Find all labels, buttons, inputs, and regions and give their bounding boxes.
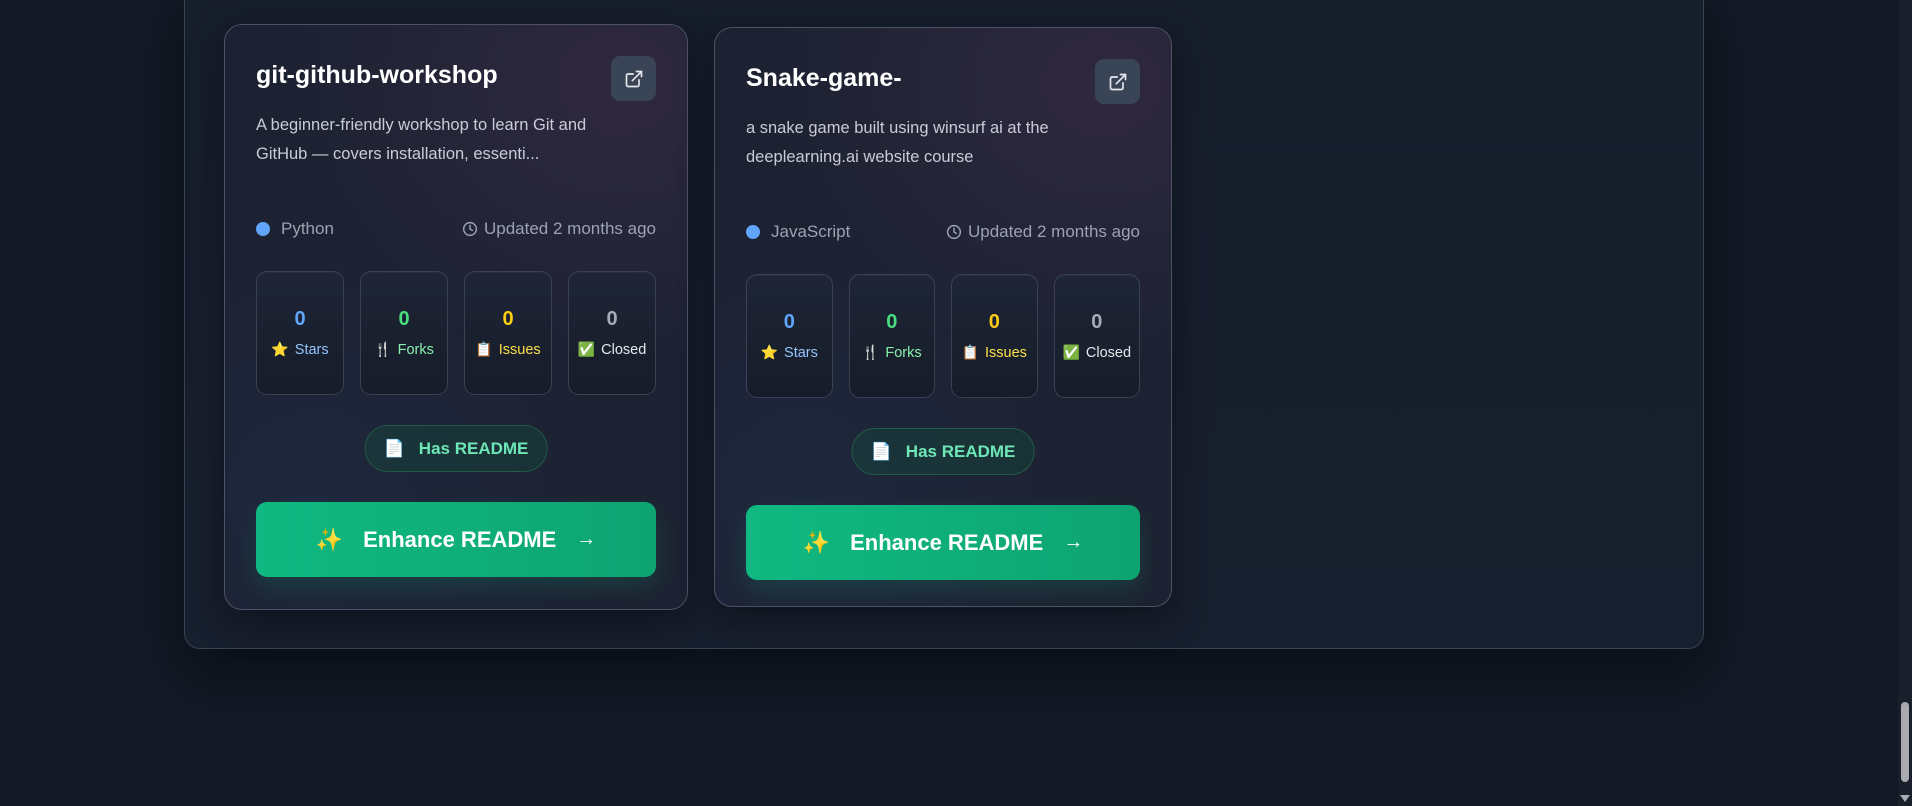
issues-label: Issues [498,341,541,358]
issues-count: 0 [502,308,514,330]
open-external-button[interactable] [1095,59,1140,104]
stat-stars: 0 ⭐ Stars [746,274,833,398]
external-link-icon [625,70,642,87]
readme-badge-label: Has README [905,441,1016,461]
sparkles-icon: ✨ [802,529,831,555]
repo-card: Snake-game- a snake game built using win… [714,27,1172,607]
forks-label: Forks [397,341,434,358]
stat-issues: 0 📋 Issues [951,274,1038,398]
arrow-right-icon: → [576,528,597,550]
closed-label: Closed [601,341,647,358]
enhance-readme-button[interactable]: ✨ Enhance README → [256,502,656,577]
language-dot-icon [746,225,760,239]
stars-count: 0 [783,311,795,333]
closed-count: 0 [606,308,618,330]
repo-title[interactable]: Snake-game- [746,64,902,93]
fork-icon: 🍴 [374,341,392,357]
updated-label: Updated 2 months ago [967,222,1140,241]
sparkles-icon: ✨ [315,526,344,552]
stars-count: 0 [294,308,306,330]
clock-icon [462,221,478,237]
forks-count: 0 [398,308,410,330]
forks-label: Forks [885,344,922,361]
forks-count: 0 [886,311,898,333]
fork-icon: 🍴 [861,344,880,360]
clipboard-icon: 📋 [961,344,979,360]
language-label: JavaScript [771,222,851,241]
stat-stars: 0 ⭐ Stars [256,271,344,395]
language: JavaScript [746,222,850,242]
repo-title[interactable]: git-github-workshop [256,61,498,90]
page-scrollbar[interactable] [1898,0,1912,806]
external-link-icon [1109,73,1126,90]
star-icon: ⭐ [760,344,779,360]
language-dot-icon [256,222,270,236]
enhance-readme-button[interactable]: ✨ Enhance README → [746,505,1140,580]
check-icon: ✅ [577,341,596,357]
clock-icon [946,224,962,240]
clipboard-icon: 📋 [475,341,493,357]
repo-card: git-github-workshop A beginner-friendly … [224,24,688,610]
repo-meta: Python Updated 2 months ago [256,217,656,241]
repo-description: A beginner-friendly workshop to learn Gi… [256,116,587,163]
repo-stats: 0 ⭐ Stars 0 🍴 Forks 0 📋 Issues 0 ✅ Close… [256,271,656,395]
updated-time: Updated 2 months ago [946,222,1140,242]
updated-label: Updated 2 months ago [483,219,656,238]
stat-forks: 0 🍴 Forks [360,271,448,395]
stat-forks: 0 🍴 Forks [848,274,935,398]
stars-label: Stars [784,344,818,361]
document-icon: 📄 [383,438,405,458]
enhance-readme-label: Enhance README [363,526,557,552]
enhance-readme-label: Enhance README [850,529,1044,555]
scroll-down-arrow-icon[interactable] [1900,795,1910,802]
readme-badge-label: Has README [418,438,529,458]
open-external-button[interactable] [611,56,656,101]
stat-closed: 0 ✅ Closed [1053,274,1140,398]
check-icon: ✅ [1062,344,1080,360]
document-icon: 📄 [870,441,892,461]
stat-issues: 0 📋 Issues [464,271,552,395]
closed-label: Closed [1085,344,1132,361]
stars-label: Stars [294,341,329,358]
repo-meta: JavaScript Updated 2 months ago [746,220,1140,244]
stat-closed: 0 ✅ Closed [568,271,656,395]
repo-description: a snake game built using winsurf ai at t… [746,119,1049,166]
language: Python [256,219,334,239]
issues-count: 0 [988,311,1000,333]
language-label: Python [281,219,334,238]
closed-count: 0 [1091,311,1103,333]
repo-stats: 0 ⭐ Stars 0 🍴 Forks 0 📋 Issues 0 ✅ Close… [746,274,1140,398]
has-readme-badge: 📄 Has README [851,428,1035,475]
issues-label: Issues [985,344,1027,361]
has-readme-badge: 📄 Has README [364,425,548,472]
arrow-right-icon: → [1063,531,1084,553]
updated-time: Updated 2 months ago [462,219,656,239]
star-icon: ⭐ [271,341,289,357]
scrollbar-thumb[interactable] [1901,702,1909,782]
